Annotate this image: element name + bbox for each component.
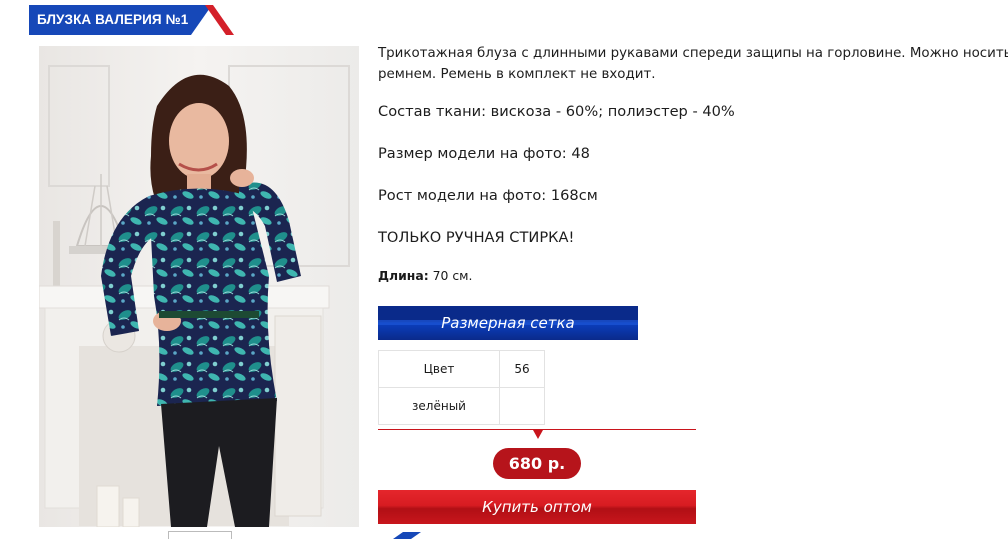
model-illustration (39, 46, 359, 527)
length-value: 70 см. (432, 268, 473, 283)
model-size: Размер модели на фото: 48 (378, 145, 590, 162)
size-chart-button[interactable]: Размерная сетка (378, 306, 638, 340)
table-header-row: Цвет 56 (378, 350, 545, 388)
product-photo[interactable] (39, 46, 359, 527)
table-cell-color: зелёный (378, 387, 500, 425)
description-line-1: Трикотажная блуза с длинными рукавами сп… (378, 46, 1008, 61)
size-chart-label: Размерная сетка (441, 314, 575, 332)
table-row: зелёный (378, 387, 545, 425)
buy-wholesale-label: Купить оптом (482, 498, 592, 516)
table-header-size: 56 (499, 350, 545, 388)
product-title-banner: БЛУЗКА ВАЛЕРИЯ №1 (29, 5, 235, 35)
product-title: БЛУЗКА ВАЛЕРИЯ №1 (37, 12, 189, 27)
table-header-color: Цвет (378, 350, 500, 388)
care-instructions: ТОЛЬКО РУЧНАЯ СТИРКА! (378, 229, 575, 246)
model-height: Рост модели на фото: 168см (378, 187, 598, 204)
brand-logo-icon (393, 532, 421, 539)
table-cell-quantity[interactable] (499, 387, 545, 425)
length-row: Длина: 70 см. (378, 268, 472, 283)
size-color-table: Цвет 56 зелёный (378, 350, 545, 425)
price-badge: 680 р. (493, 448, 581, 479)
fabric-composition: Состав ткани: вискоза - 60%; полиэстер -… (378, 103, 735, 120)
description-line-2: ремнем. Ремень в комплект не входит. (378, 67, 656, 82)
caret-down-icon (533, 430, 543, 439)
thumbnail-frame (168, 531, 232, 539)
length-label: Длина: (378, 268, 429, 283)
buy-wholesale-button[interactable]: Купить оптом (378, 490, 696, 524)
